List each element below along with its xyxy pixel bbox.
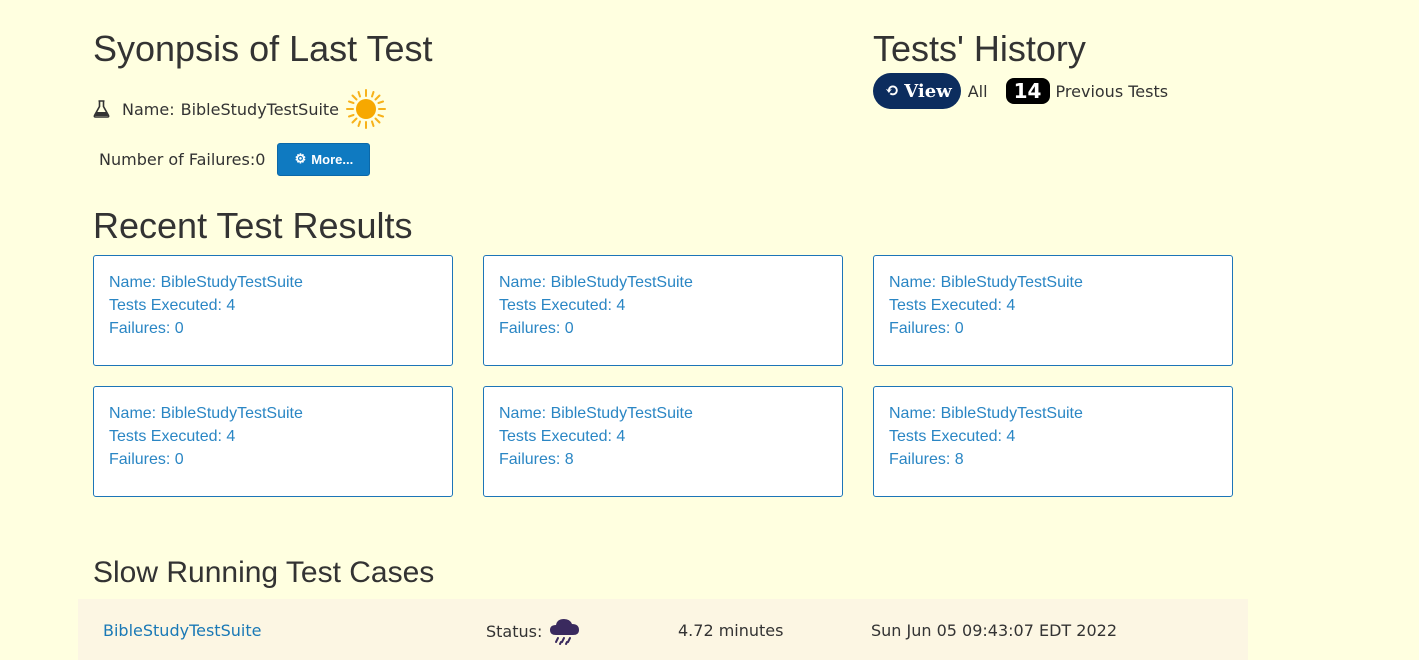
card-name: Name: BibleStudyTestSuite (889, 405, 1083, 422)
card-failures: Failures: 0 (109, 451, 184, 468)
sun-icon (345, 88, 387, 130)
view-history-button[interactable]: ⟲ View (873, 73, 961, 109)
history-title: Tests' History (873, 28, 1086, 69)
result-card[interactable]: Name: BibleStudyTestSuite Tests Executed… (873, 255, 1233, 366)
slow-test-duration: 4.72 minutes (678, 621, 784, 640)
card-name: Name: BibleStudyTestSuite (109, 405, 303, 422)
flask-icon (93, 100, 110, 118)
failures-value: 0 (255, 149, 266, 169)
card-name: Name: BibleStudyTestSuite (499, 274, 693, 291)
more-button[interactable]: ⚙ More... (277, 142, 371, 176)
result-card[interactable]: Name: BibleStudyTestSuite Tests Executed… (483, 255, 843, 366)
history-all-label: All (967, 81, 988, 101)
card-name: Name: BibleStudyTestSuite (109, 274, 303, 291)
status-label: Status: (486, 621, 543, 641)
synopsis-failures-row: Number of Failures: 0 ⚙ More... (99, 142, 371, 176)
history-row: ⟲ View All 14 Previous Tests (873, 73, 1168, 109)
synopsis-name-value: BibleStudyTestSuite (180, 99, 340, 119)
card-name: Name: BibleStudyTestSuite (499, 405, 693, 422)
card-executed: Tests Executed: 4 (499, 297, 626, 314)
table-row: BibleStudyTestSuite Status: 4.72 minutes… (78, 599, 1248, 660)
synopsis-name-label: Name: (122, 99, 175, 119)
more-button-label: More... (311, 151, 354, 167)
card-executed: Tests Executed: 4 (499, 428, 626, 445)
card-failures: Failures: 8 (499, 451, 574, 468)
card-name: Name: BibleStudyTestSuite (889, 274, 1083, 291)
card-failures: Failures: 0 (109, 320, 184, 337)
slow-test-date: Sun Jun 05 09:43:07 EDT 2022 (871, 621, 1118, 640)
history-count-badge: 14 (1005, 78, 1050, 104)
result-card[interactable]: Name: BibleStudyTestSuite Tests Executed… (873, 386, 1233, 497)
result-card[interactable]: Name: BibleStudyTestSuite Tests Executed… (93, 255, 453, 366)
slow-test-name-link[interactable]: BibleStudyTestSuite (103, 621, 261, 640)
recent-results-title: Recent Test Results (93, 205, 413, 246)
card-failures: Failures: 8 (889, 451, 964, 468)
card-failures: Failures: 0 (889, 320, 964, 337)
synopsis-title: Syonpsis of Last Test (93, 28, 433, 69)
storm-cloud-icon (548, 616, 582, 646)
card-executed: Tests Executed: 4 (889, 297, 1016, 314)
failures-label: Number of Failures: (99, 149, 256, 169)
gear-icon: ⚙ (294, 151, 307, 166)
result-card[interactable]: Name: BibleStudyTestSuite Tests Executed… (93, 386, 453, 497)
card-executed: Tests Executed: 4 (889, 428, 1016, 445)
card-executed: Tests Executed: 4 (109, 297, 236, 314)
card-executed: Tests Executed: 4 (109, 428, 236, 445)
slow-tests-title: Slow Running Test Cases (93, 556, 435, 589)
slow-test-status: Status: (486, 616, 582, 646)
view-button-label: View (904, 80, 952, 102)
result-card[interactable]: Name: BibleStudyTestSuite Tests Executed… (483, 386, 843, 497)
history-icon: ⟲ (885, 81, 900, 101)
synopsis-name-row: Name: BibleStudyTestSuite (93, 88, 387, 130)
history-previous-label: Previous Tests (1055, 81, 1169, 101)
card-failures: Failures: 0 (499, 320, 574, 337)
